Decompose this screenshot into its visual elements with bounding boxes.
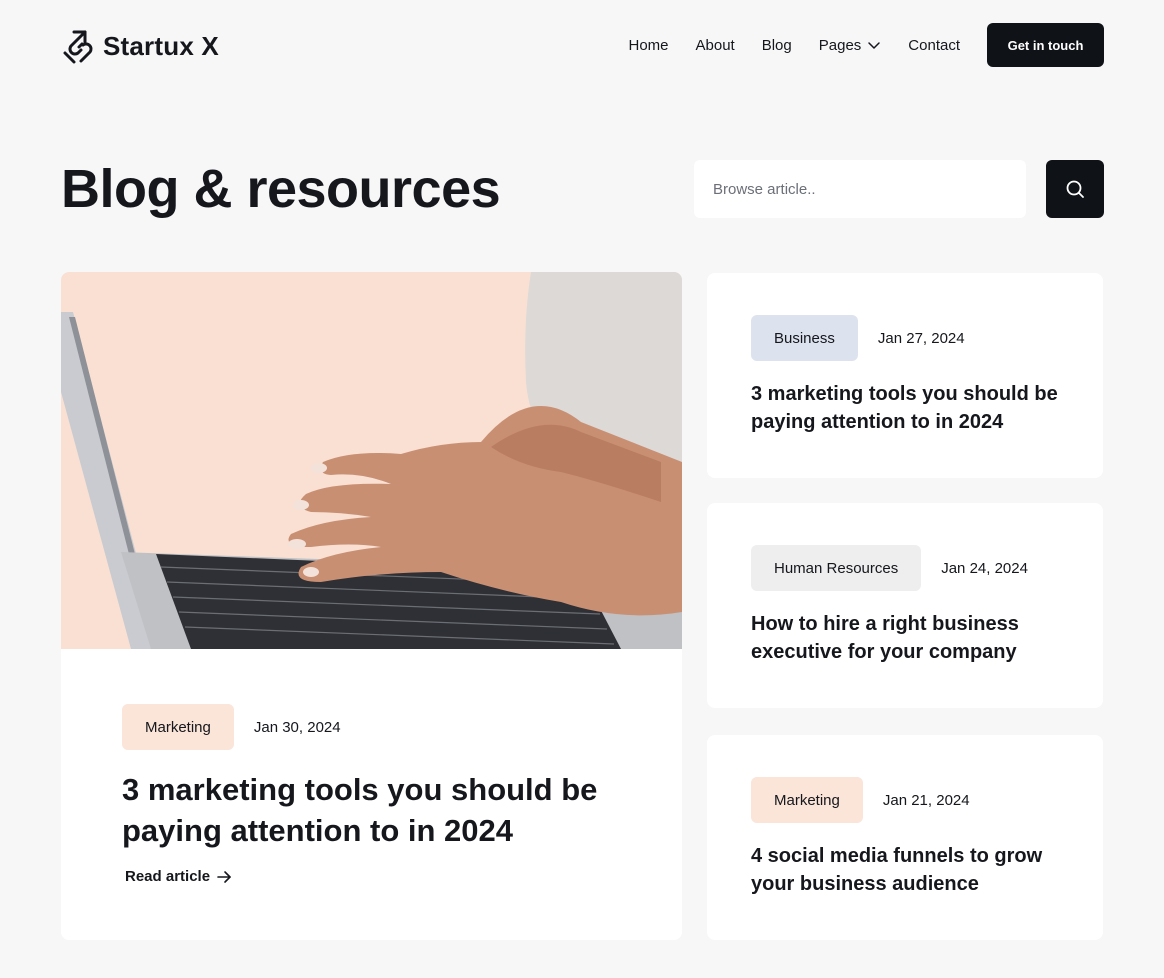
brand-name: Startux X — [103, 30, 219, 61]
nav-pages-label: Pages — [818, 36, 862, 54]
get-in-touch-button[interactable]: Get in touch — [987, 23, 1104, 67]
category-tag[interactable]: Human Resources — [751, 545, 922, 591]
arrow-right-icon — [217, 870, 231, 883]
post-date: Jan 27, 2024 — [877, 329, 965, 347]
article-card[interactable]: Business Jan 27, 2024 3 marketing tools … — [707, 273, 1103, 478]
article-meta: Human Resources Jan 24, 2024 — [751, 545, 1028, 591]
post-date: Jan 21, 2024 — [882, 791, 970, 809]
page-title: Blog & resources — [61, 159, 501, 219]
read-article-link[interactable]: Read article — [125, 868, 232, 885]
featured-article-meta: Marketing Jan 30, 2024 — [122, 704, 341, 750]
nav-contact[interactable]: Contact — [908, 37, 960, 54]
category-tag[interactable]: Business — [751, 315, 858, 361]
post-date: Jan 30, 2024 — [253, 718, 341, 736]
article-title[interactable]: How to hire a right business executive f… — [751, 610, 1071, 666]
article-meta: Marketing Jan 21, 2024 — [751, 777, 970, 823]
nav-home[interactable]: Home — [629, 37, 669, 54]
article-meta: Business Jan 27, 2024 — [751, 315, 965, 361]
featured-article-image — [61, 272, 682, 649]
featured-article-title[interactable]: 3 marketing tools you should be paying a… — [122, 769, 642, 851]
chevron-down-icon — [868, 42, 881, 49]
category-tag[interactable]: Marketing — [751, 777, 863, 823]
article-card[interactable]: Marketing Jan 21, 2024 4 social media fu… — [707, 735, 1103, 940]
search-button[interactable] — [1046, 160, 1104, 218]
article-card[interactable]: Human Resources Jan 24, 2024 How to hire… — [707, 503, 1103, 708]
search-icon — [1066, 180, 1084, 198]
nav-blog[interactable]: Blog — [762, 37, 792, 54]
arrow-link-icon — [63, 30, 93, 64]
main-nav: Home About Blog Pages Contact Get in tou… — [629, 23, 1104, 67]
nav-pages[interactable]: Pages — [819, 37, 882, 54]
post-date: Jan 24, 2024 — [941, 559, 1028, 577]
read-article-label: Read article — [125, 868, 211, 885]
search-input[interactable] — [694, 160, 1026, 218]
nav-about[interactable]: About — [696, 37, 735, 54]
article-title[interactable]: 4 social media funnels to grow your busi… — [751, 842, 1071, 898]
article-title[interactable]: 3 marketing tools you should be paying a… — [751, 380, 1071, 436]
brand-logo[interactable]: Startux X — [61, 28, 219, 64]
featured-article-card[interactable]: Marketing Jan 30, 2024 3 marketing tools… — [61, 272, 682, 940]
category-tag[interactable]: Marketing — [122, 704, 234, 750]
